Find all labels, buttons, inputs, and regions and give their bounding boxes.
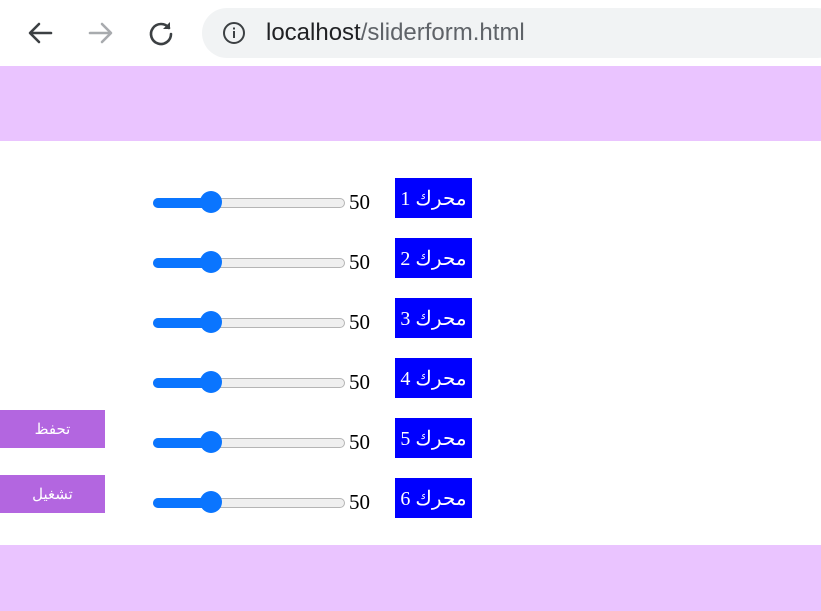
motor-slider[interactable]	[153, 378, 345, 388]
motor-label: محرك 3	[395, 298, 472, 338]
motor-label: محرك 6	[395, 478, 472, 518]
motor-label: محرك 2	[395, 238, 472, 278]
motor-slider[interactable]	[153, 498, 345, 508]
slider-value: 50	[349, 370, 370, 394]
header-band	[0, 66, 821, 141]
slider-value: 50	[349, 190, 370, 214]
motor-slider[interactable]	[153, 198, 345, 208]
reload-button[interactable]	[146, 18, 176, 48]
slider-thumb[interactable]	[200, 491, 222, 513]
slider-value: 50	[349, 310, 370, 334]
save-button[interactable]: تحفظ	[0, 410, 105, 448]
url-text: localhost/sliderform.html	[266, 19, 525, 47]
arrow-right-icon	[88, 22, 113, 44]
run-button[interactable]: تشغيل	[0, 475, 105, 513]
footer-band	[0, 545, 821, 611]
slider-value: 50	[349, 250, 370, 274]
back-button[interactable]	[25, 18, 55, 48]
address-bar[interactable]: localhost/sliderform.html	[202, 8, 821, 58]
url-path: /sliderform.html	[360, 19, 525, 46]
motor-slider[interactable]	[153, 258, 345, 268]
slider-thumb[interactable]	[200, 431, 222, 453]
forward-button[interactable]	[86, 18, 116, 48]
motor-label: محرك 4	[395, 358, 472, 398]
slider-thumb[interactable]	[200, 311, 222, 333]
slider-value: 50	[349, 490, 370, 514]
motor-slider[interactable]	[153, 438, 345, 448]
info-icon[interactable]	[222, 21, 246, 49]
slider-thumb[interactable]	[200, 251, 222, 273]
reload-icon	[149, 22, 173, 46]
motor-label: محرك 5	[395, 418, 472, 458]
motor-slider[interactable]	[153, 318, 345, 328]
url-host: localhost	[266, 19, 361, 46]
arrow-left-icon	[28, 22, 53, 44]
browser-toolbar: localhost/sliderform.html	[0, 0, 821, 66]
motor-label: محرك 1	[395, 178, 472, 218]
slider-value: 50	[349, 430, 370, 454]
slider-thumb[interactable]	[200, 191, 222, 213]
slider-thumb[interactable]	[200, 371, 222, 393]
